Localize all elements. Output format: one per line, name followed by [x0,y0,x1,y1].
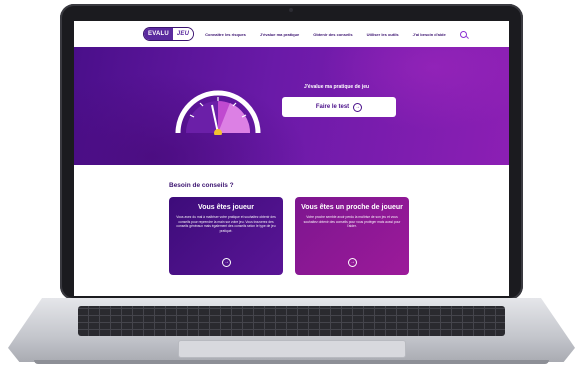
nav-link-risques[interactable]: Connaître les risques [205,32,246,37]
card-relative[interactable]: Vous êtes un proche de joueur Votre proc… [295,197,409,275]
nav-link-evaluer[interactable]: J'évalue ma pratique [260,32,299,37]
card-player[interactable]: Vous êtes joueur Vous avez du mal à maît… [169,197,283,275]
laptop-base-edge [34,360,549,364]
camera-icon [289,8,293,12]
screen: EVALU JEU Connaître les risques J'évalue… [74,21,509,296]
arrow-right-icon[interactable]: → [348,258,357,267]
hero-heading: J'évalue ma pratique de jeu [303,84,370,90]
advice-section-title: Besoin de conseils ? [169,182,234,189]
gauge-icon [175,90,261,135]
card-relative-text: Votre proche semble avoir perdu la maîtr… [303,215,401,229]
logo-text-evalu: EVALU [144,28,173,40]
hero-banner: J'évalue ma pratique de jeu Faire le tes… [74,47,509,165]
start-test-label: Faire le test [315,104,350,110]
site-logo[interactable]: EVALU JEU [144,28,194,40]
card-player-text: Vous avez du mal à maîtriser votre prati… [176,215,276,233]
arrow-right-icon: → [353,102,363,112]
logo-text-jeu: JEU [172,28,194,40]
card-player-title: Vous êtes joueur [198,204,254,211]
trackpad [178,340,406,358]
keyboard [78,306,505,336]
start-test-button[interactable]: Faire le test → [282,97,396,117]
card-relative-title: Vous êtes un proche de joueur [301,204,403,211]
nav-link-outils[interactable]: Utiliser les outils [367,32,399,37]
top-nav: EVALU JEU Connaître les risques J'évalue… [74,21,509,47]
nav-link-aide[interactable]: J'ai besoin d'aide [413,32,446,37]
nav-link-conseils[interactable]: Obtenir des conseils [313,32,352,37]
search-icon[interactable] [459,30,467,38]
arrow-right-icon[interactable]: → [222,258,231,267]
